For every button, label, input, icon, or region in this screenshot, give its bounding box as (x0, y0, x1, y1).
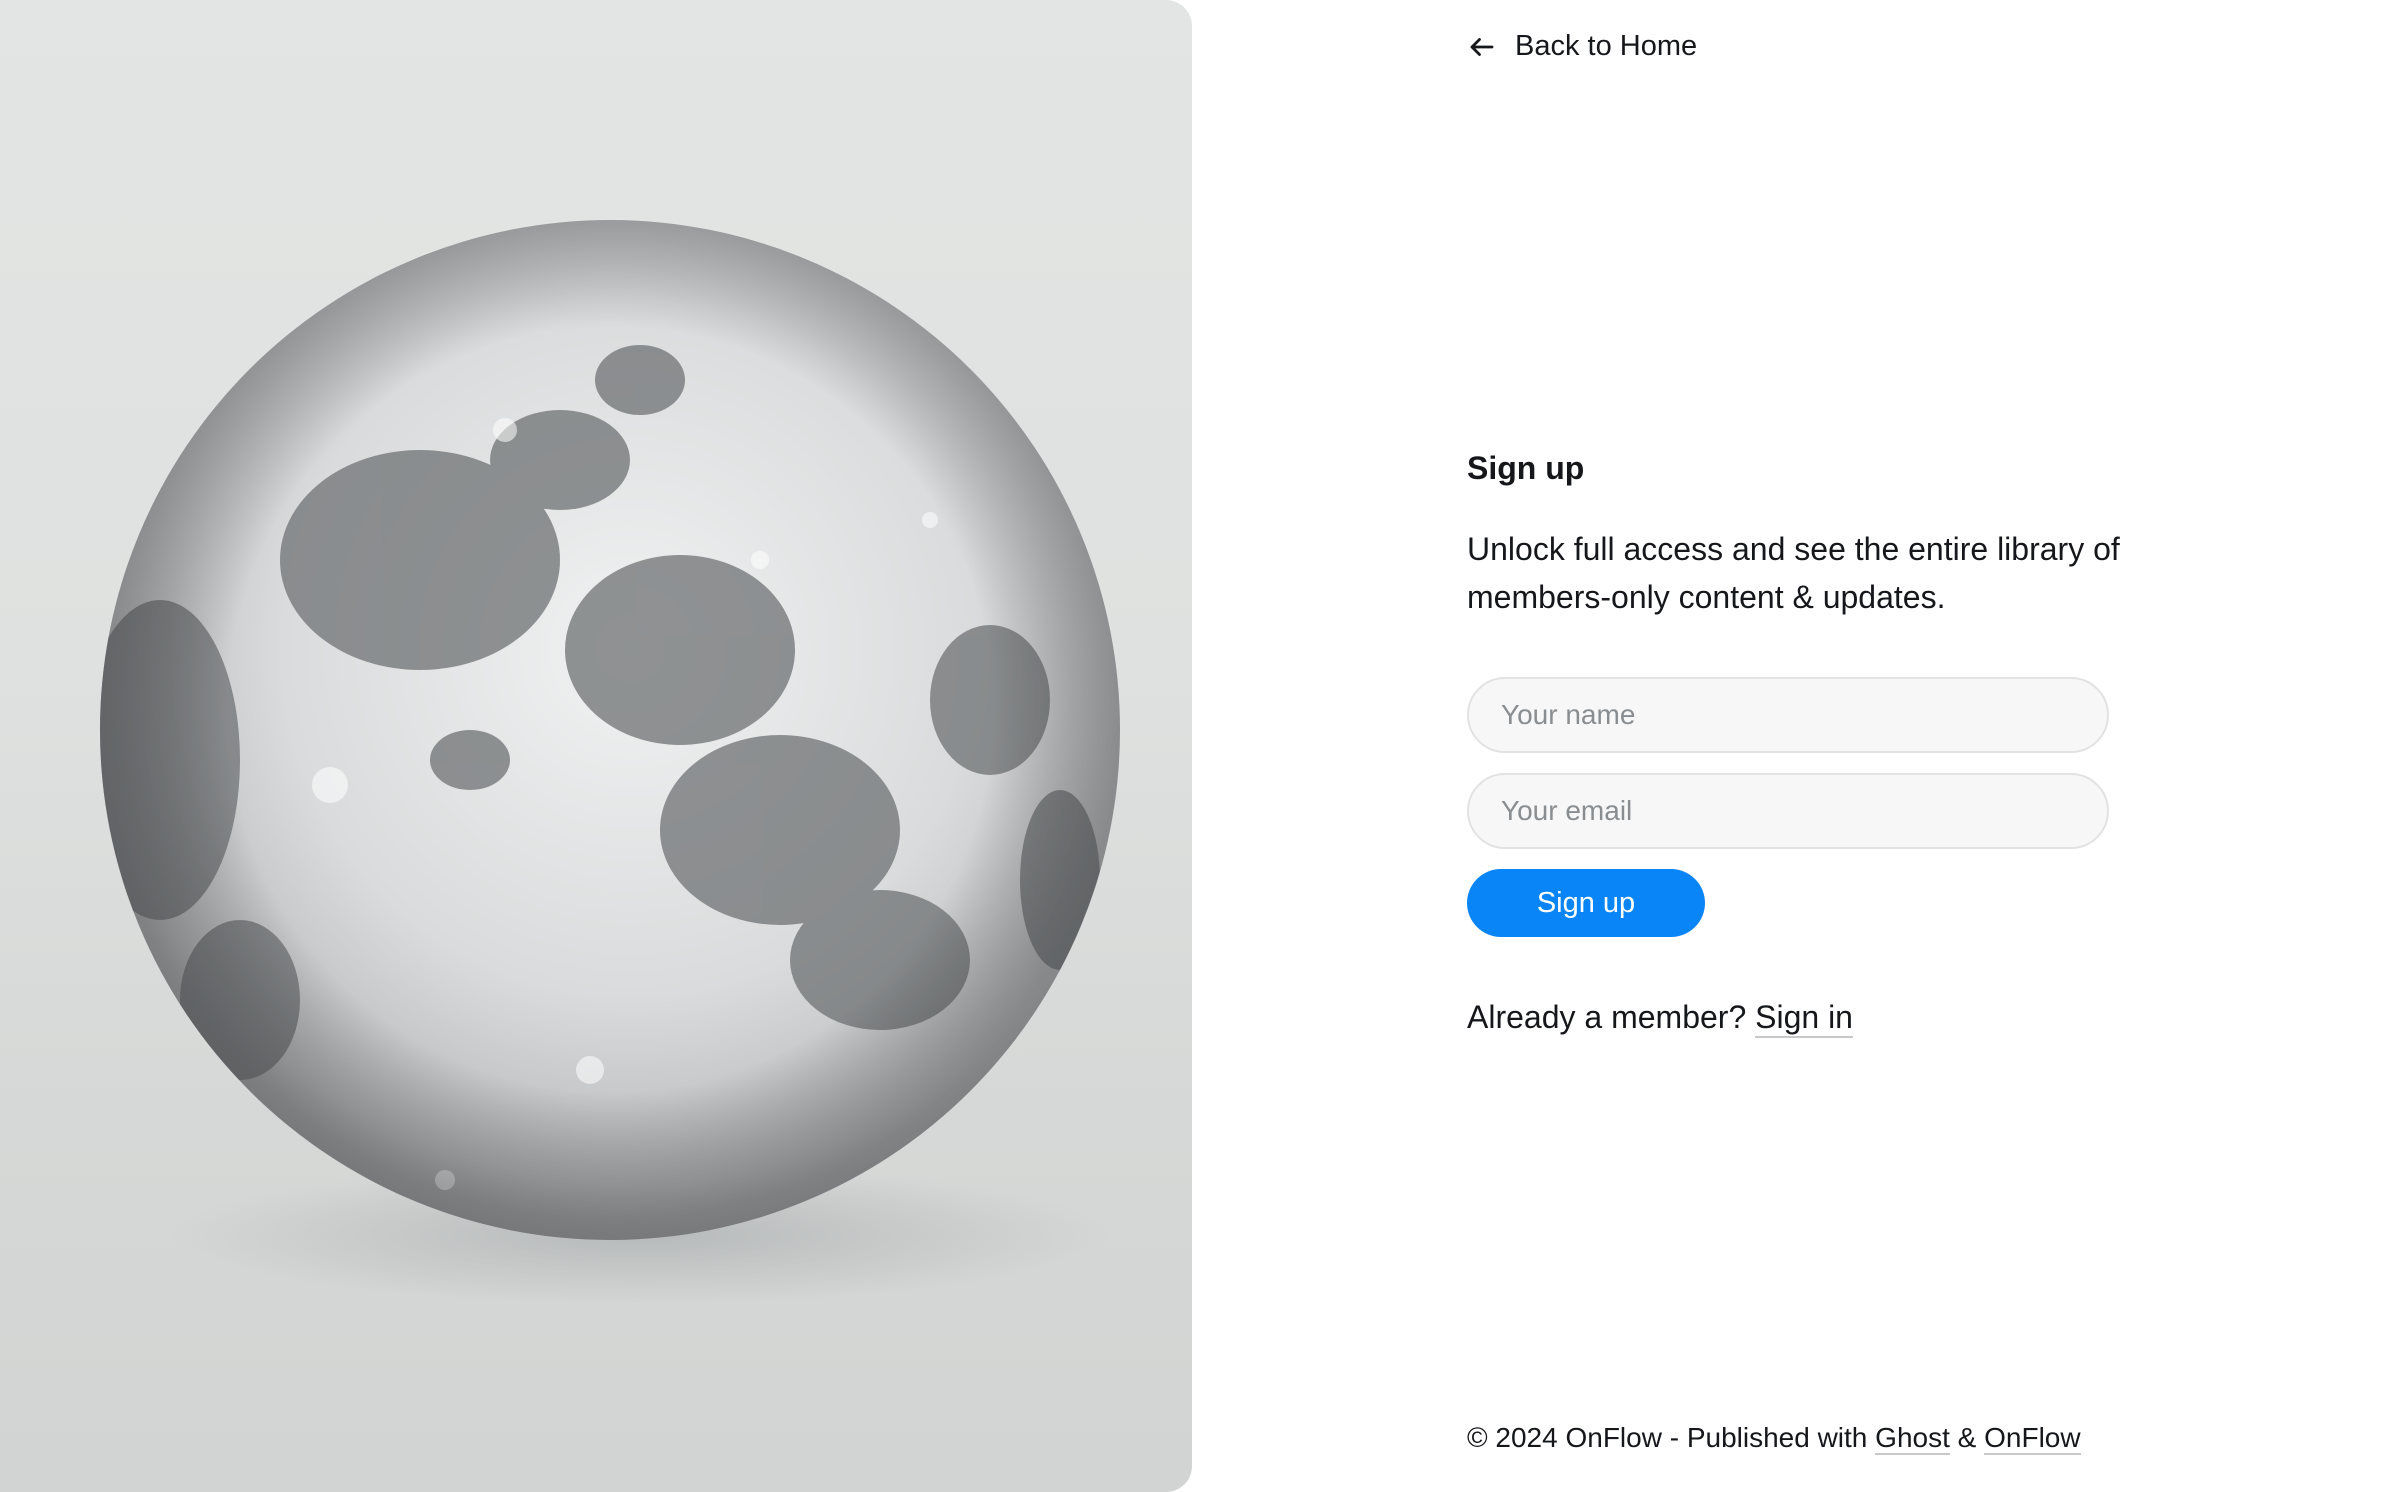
back-to-home-label: Back to Home (1515, 30, 1698, 62)
footer: © 2024 OnFlow - Published with Ghost & O… (1467, 1422, 2081, 1455)
signup-button[interactable]: Sign up (1467, 869, 1705, 937)
signup-title: Sign up (1467, 450, 1585, 486)
signup-page: Back to Home Sign up Unlock full access … (0, 0, 2382, 1492)
footer-copyright: © 2024 OnFlow - Published with (1467, 1422, 1868, 1453)
onflow-link[interactable]: OnFlow (1984, 1422, 2081, 1455)
email-field[interactable] (1467, 773, 2109, 849)
arrow-left-icon (1470, 37, 1494, 56)
member-prompt-text: Already a member? (1467, 999, 1747, 1035)
footer-ampersand: & (1957, 1422, 1977, 1453)
member-prompt: Already a member? Sign in (1467, 999, 2107, 1038)
signup-description: Unlock full access and see the entire li… (1467, 531, 2120, 615)
name-field[interactable] (1467, 677, 2109, 753)
hero-image-panel (0, 0, 1192, 1492)
moon-image (100, 220, 1120, 1305)
signin-link[interactable]: Sign in (1755, 999, 1853, 1038)
signup-form: Sign up Unlock full access and see the e… (1467, 450, 2120, 1038)
ghost-link[interactable]: Ghost (1875, 1422, 1950, 1455)
back-to-home-link[interactable]: Back to Home (1467, 30, 1697, 63)
